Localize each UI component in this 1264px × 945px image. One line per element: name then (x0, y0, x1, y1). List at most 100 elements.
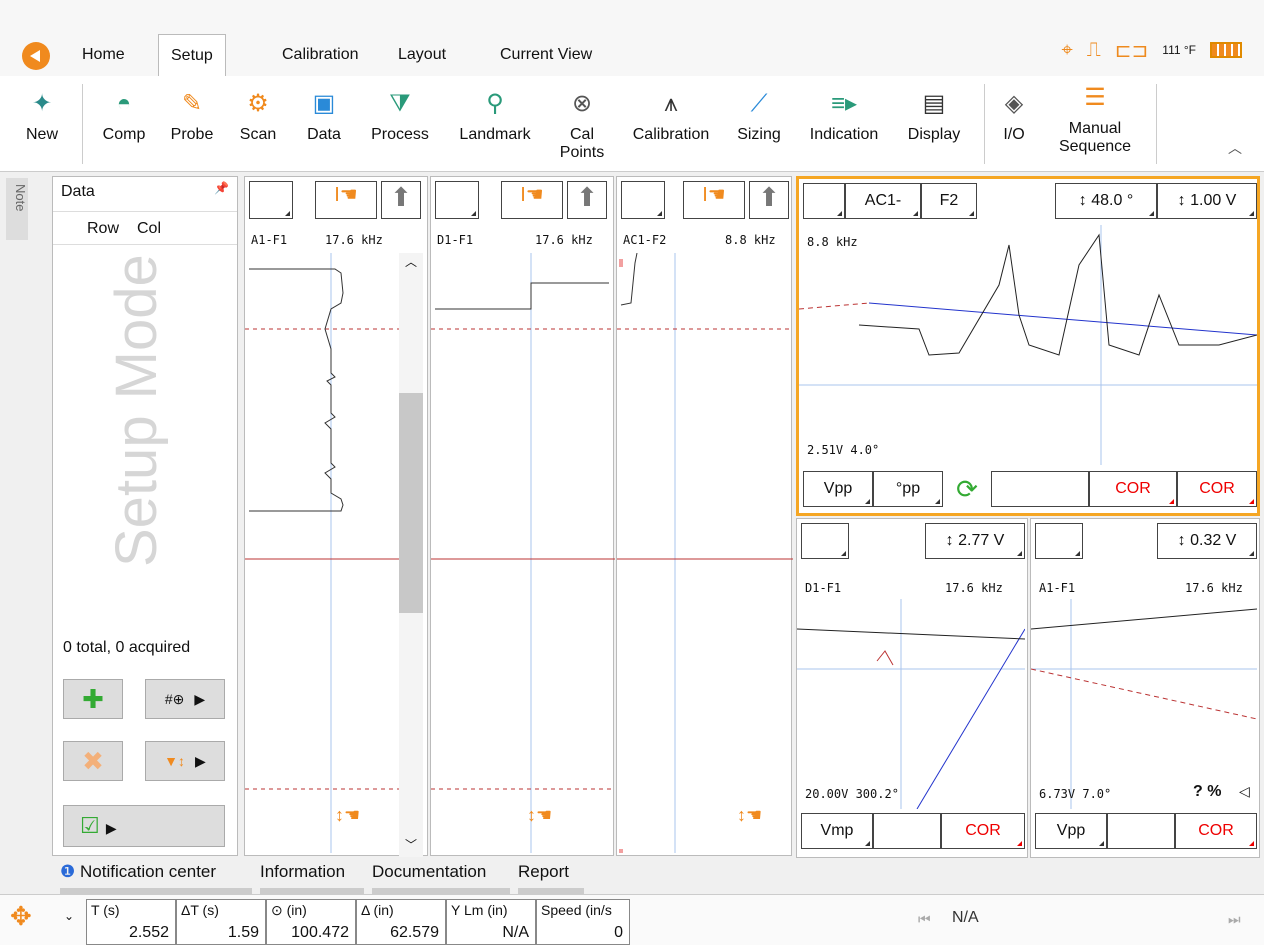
strip-cursor-hand-icon[interactable]: ↕☚ (335, 805, 360, 826)
move-cursor-icon[interactable]: ✥ (10, 901, 32, 932)
empty-cell (1107, 813, 1175, 849)
tab-report[interactable]: Report (518, 862, 584, 894)
lissajous-frequency: 17.6 kHz (1185, 581, 1243, 595)
cor-label: COR (965, 822, 1001, 839)
back-icon[interactable] (22, 42, 50, 70)
measure-time: T (s) 2.552 (86, 899, 176, 945)
landmark-button[interactable]: ⚲ Landmark (448, 76, 542, 172)
vmp-label: Vmp (820, 822, 854, 839)
expand-arrow-icon[interactable]: ◁ (1239, 783, 1250, 800)
lissajous-channel-select[interactable] (803, 183, 845, 219)
indication-button[interactable]: ≡▸ Indication (798, 76, 890, 172)
manual-sequence-button[interactable]: ☰ Manual Sequence (1040, 76, 1150, 172)
lissajous-freq-label: F2 (939, 192, 959, 209)
strip-channel-select[interactable] (435, 181, 479, 219)
strip-tool-button[interactable]: I☚ (315, 181, 377, 219)
col-column-header[interactable]: Col (137, 220, 161, 238)
deg-pp-label: °pp (895, 480, 921, 497)
lissajous-plot-a1 (1031, 599, 1257, 809)
scan-button[interactable]: ⚙ Scan (234, 76, 282, 172)
strip-tool-button[interactable]: I☚ (683, 181, 745, 219)
lissajous-a1[interactable]: ↕ 0.32 V A1-F1 17.6 kHz 6.73V 7.0° ? % ◁… (1030, 518, 1260, 858)
chevron-down-icon[interactable]: ⌄ (64, 909, 74, 923)
lissajous-channel-select[interactable] (801, 523, 849, 559)
tab-calibration[interactable]: Calibration (270, 34, 370, 76)
lissajous-freq-dropdown[interactable]: F2 (921, 183, 977, 219)
calibration-button[interactable]: ⩚ Calibration (622, 76, 720, 172)
new-label: New (25, 126, 58, 143)
tab-home[interactable]: Home (70, 34, 137, 76)
data-button[interactable]: ▣ Data (300, 76, 348, 172)
tab-current-view[interactable]: Current View (488, 34, 604, 76)
tab-setup[interactable]: Setup (158, 34, 226, 76)
note-tab[interactable]: Note (6, 178, 28, 240)
lissajous-d1[interactable]: ↕ 2.77 V D1-F1 17.6 kHz 20.00V 300.2° Vm… (796, 518, 1028, 858)
volts-value: 0.32 V (1190, 532, 1237, 549)
delete-button[interactable]: ✖ (63, 741, 123, 781)
strip-up-button[interactable]: ⬆ (567, 181, 607, 219)
tab-information[interactable]: Information (260, 862, 364, 894)
tab-notification-center[interactable]: ❶ Notification center (60, 862, 252, 894)
vmp-dropdown[interactable]: Vmp (801, 813, 873, 849)
cor-button-1[interactable]: COR (1089, 471, 1177, 507)
process-label: Process (371, 126, 429, 143)
vpp-dropdown[interactable]: Vpp (803, 471, 873, 507)
filter-dropdown[interactable]: ▼↕ ▶ (145, 741, 225, 781)
tab-documentation[interactable]: Documentation (372, 862, 510, 894)
cor-button[interactable]: COR (1175, 813, 1257, 849)
vpp-dropdown[interactable]: Vpp (1035, 813, 1107, 849)
pin-icon[interactable]: 📌 (214, 181, 229, 195)
sizing-button[interactable]: ⟋ Sizing (730, 76, 788, 172)
strip-up-button[interactable]: ⬆ (749, 181, 789, 219)
collapse-ribbon-icon[interactable]: ︿ (1228, 138, 1242, 158)
lissajous-main[interactable]: AC1- F2 ↕ 48.0 ° ↕ 1.00 V 8.8 kHz 2.51V … (796, 176, 1260, 516)
strip-tool-button[interactable]: I☚ (501, 181, 563, 219)
strip-up-button[interactable]: ⬆ (381, 181, 421, 219)
lissajous-channel-select[interactable] (1035, 523, 1083, 559)
strip-chart-a1[interactable]: I☚ ⬆ A1-F1 17.6 kHz ︿ ﹀ ↕☚ (244, 176, 428, 857)
tab-layout[interactable]: Layout (386, 34, 458, 76)
numbering-dropdown[interactable]: #⊕ ▶ (145, 679, 225, 719)
volts-input[interactable]: ↕ 2.77 V (925, 523, 1025, 559)
scroll-down-icon[interactable]: ﹀ (399, 836, 423, 853)
strip-chart-ac1[interactable]: I☚ ⬆ AC1-F2 8.8 kHz ↕☚ (616, 176, 793, 856)
lissajous-channel-dropdown[interactable]: AC1- (845, 183, 921, 219)
angle-input[interactable]: ↕ 48.0 ° (1055, 183, 1157, 219)
landmark-label: Landmark (459, 126, 531, 143)
strip-scrollbar[interactable]: ︿ ﹀ (399, 253, 423, 857)
strip-cursor-hand-icon[interactable]: ↕☚ (737, 805, 762, 826)
comp-button[interactable]: ◓ Comp (96, 76, 152, 172)
display-label: Display (907, 126, 961, 143)
volts-input[interactable]: ↕ 1.00 V (1157, 183, 1257, 219)
row-column-header[interactable]: Row (87, 220, 119, 238)
dropdown-arrow-icon: ▶ (194, 690, 206, 707)
deg-pp-dropdown[interactable]: °pp (873, 471, 943, 507)
add-button[interactable]: ✚ (63, 679, 123, 719)
strip-frequency: 17.6 kHz (325, 233, 383, 247)
select-dropdown[interactable]: ☑ ▶ (63, 805, 225, 847)
checklist-icon: ☰ (1084, 84, 1106, 111)
probe-button[interactable]: ✎ Probe (164, 76, 220, 172)
lissajous-frequency: 17.6 kHz (945, 581, 1003, 595)
io-button[interactable]: ◈ I/O (994, 76, 1034, 172)
monitor-icon: ▤ (922, 90, 946, 117)
volts-value: 2.77 V (958, 532, 1005, 549)
cor-button-2[interactable]: COR (1177, 471, 1257, 507)
cor-button[interactable]: COR (941, 813, 1025, 849)
strip-chart-d1[interactable]: I☚ ⬆ D1-F1 17.6 kHz ↕☚ (430, 176, 615, 856)
next-icon[interactable]: ⏭ (1228, 911, 1241, 928)
process-button[interactable]: ⧩ Process (362, 76, 438, 172)
volts-input[interactable]: ↕ 0.32 V (1157, 523, 1257, 559)
plus-icon: ✚ (82, 683, 104, 714)
scroll-thumb[interactable] (399, 393, 423, 613)
strip-channel-select[interactable] (249, 181, 293, 219)
cursor-hand-icon: I☚ (702, 184, 726, 206)
scroll-up-icon[interactable]: ︿ (399, 253, 423, 270)
previous-icon[interactable]: ⏮ (918, 911, 931, 928)
strip-channel-select[interactable] (621, 181, 665, 219)
display-button[interactable]: ▤ Display (898, 76, 970, 172)
cal-points-button[interactable]: ⊗ Cal Points (552, 76, 612, 172)
strip-cursor-hand-icon[interactable]: ↕☚ (527, 805, 552, 826)
new-button[interactable]: ✦ New (20, 76, 64, 172)
refresh-button[interactable]: ⟳ (943, 471, 991, 507)
